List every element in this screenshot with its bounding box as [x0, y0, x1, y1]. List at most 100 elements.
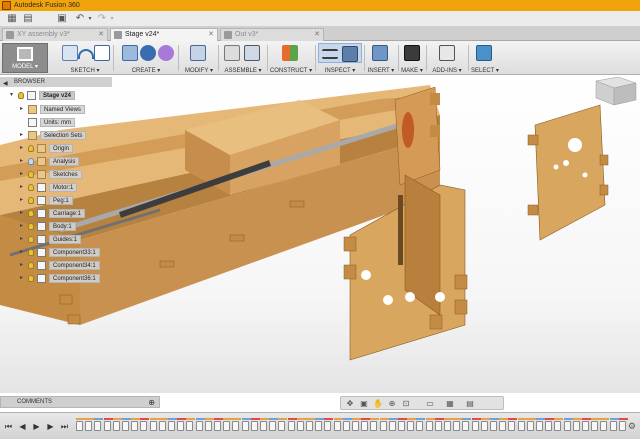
- timeline-feature[interactable]: [388, 421, 396, 431]
- timeline-feature[interactable]: [545, 421, 553, 431]
- timeline-feature[interactable]: [490, 421, 497, 431]
- timeline-feature[interactable]: [444, 421, 451, 431]
- timeline-feature[interactable]: [554, 421, 562, 431]
- timeline-feature[interactable]: [361, 421, 369, 431]
- timeline-settings-icon[interactable]: ⚙: [628, 421, 636, 432]
- orbit-icon[interactable]: ✥: [345, 399, 355, 408]
- select-group[interactable]: SELECT ▾: [470, 43, 500, 74]
- play-icon[interactable]: ▶: [32, 422, 41, 431]
- timeline-feature[interactable]: [241, 421, 249, 431]
- app-menu-icon[interactable]: ▦: [6, 13, 18, 25]
- visibility-bulb-icon[interactable]: [28, 262, 34, 269]
- browser-node-analysis[interactable]: ▸ Analysis: [20, 156, 110, 167]
- visibility-bulb-icon[interactable]: [28, 197, 34, 204]
- browser-node-component33[interactable]: ▸ Component33:1: [20, 247, 110, 258]
- timeline-feature[interactable]: [76, 421, 83, 431]
- expand-caret-icon[interactable]: ▸: [20, 208, 26, 219]
- timeline-feature[interactable]: [536, 421, 543, 431]
- display-settings-icon[interactable]: ▭: [425, 399, 435, 408]
- timeline-feature[interactable]: [609, 421, 617, 431]
- browser-node-sketches[interactable]: ▸ Sketches: [20, 169, 110, 180]
- sketch-menu[interactable]: SKETCH ▾: [58, 67, 112, 74]
- create-sketch-icon[interactable]: [62, 45, 78, 61]
- timeline-feature[interactable]: [333, 421, 341, 431]
- timeline-feature[interactable]: [287, 421, 295, 431]
- open-file-icon[interactable]: ▤: [22, 13, 34, 25]
- timeline-feature[interactable]: [517, 421, 525, 431]
- step-back-icon[interactable]: ◀: [18, 422, 27, 431]
- extrude-icon[interactable]: [122, 45, 138, 61]
- add-ins-group[interactable]: ADD-INS ▾: [430, 43, 464, 74]
- viewports-icon[interactable]: ▤: [465, 399, 475, 408]
- timeline-feature[interactable]: [168, 421, 175, 431]
- timeline-feature[interactable]: [618, 421, 626, 431]
- browser-node-named-views[interactable]: ▸ Named Views: [20, 104, 110, 115]
- timeline-feature[interactable]: [296, 421, 304, 431]
- expand-caret-icon[interactable]: ▸: [20, 130, 26, 141]
- rectangle-icon[interactable]: [94, 45, 110, 61]
- grid-settings-icon[interactable]: ▦: [445, 399, 455, 408]
- make-menu[interactable]: MAKE ▾: [400, 67, 424, 74]
- scripts-icon[interactable]: [439, 45, 455, 61]
- assemble-group[interactable]: ASSEMBLE ▾: [220, 43, 266, 74]
- press-pull-icon[interactable]: [190, 45, 206, 61]
- timeline-feature[interactable]: [85, 421, 93, 431]
- timeline-feature[interactable]: [223, 421, 231, 431]
- select-cursor-icon[interactable]: [476, 45, 492, 61]
- visibility-bulb-icon[interactable]: [28, 184, 34, 191]
- add-comment-icon[interactable]: ⊕: [148, 397, 155, 408]
- timeline-feature[interactable]: [306, 421, 313, 431]
- timeline-feature[interactable]: [214, 421, 221, 431]
- timeline-feature[interactable]: [462, 421, 470, 431]
- fit-icon[interactable]: ⊡: [401, 399, 411, 408]
- timeline-feature[interactable]: [591, 421, 599, 431]
- form-icon[interactable]: [158, 45, 174, 61]
- expand-caret-icon[interactable]: ▸: [20, 104, 26, 115]
- expand-caret-icon[interactable]: ▸: [20, 143, 26, 154]
- modify-menu[interactable]: MODIFY ▾: [181, 67, 217, 74]
- expand-caret-icon[interactable]: ▸: [20, 169, 26, 180]
- expand-caret-icon[interactable]: ▸: [20, 221, 26, 232]
- browser-root-node[interactable]: ▾ Stage v24: [10, 90, 110, 101]
- save-icon[interactable]: ▣: [56, 13, 68, 25]
- timeline-feature[interactable]: [342, 421, 350, 431]
- joint-icon[interactable]: [244, 45, 260, 61]
- close-icon[interactable]: ✕: [314, 29, 320, 41]
- look-at-icon[interactable]: ▣: [359, 399, 369, 408]
- browser-node-body[interactable]: ▸ Body:1: [20, 221, 110, 232]
- view-cube[interactable]: [595, 76, 637, 106]
- zoom-icon[interactable]: ⊕: [387, 399, 397, 408]
- go-to-end-icon[interactable]: ⏭: [60, 422, 69, 431]
- tab-out[interactable]: Out v3* ✕: [220, 28, 324, 41]
- browser-node-carriage[interactable]: ▸ Carriage:1: [20, 208, 110, 219]
- browser-node-component34[interactable]: ▸ Component34:1: [20, 260, 110, 271]
- visibility-bulb-icon[interactable]: [28, 171, 34, 178]
- redo-dropdown-icon[interactable]: ▾: [106, 13, 118, 25]
- timeline-feature[interactable]: [379, 421, 387, 431]
- tab-stage[interactable]: Stage v24* ✕: [110, 28, 218, 41]
- timeline-feature[interactable]: [572, 421, 580, 431]
- timeline-feature[interactable]: [94, 421, 102, 431]
- expand-caret-icon[interactable]: ▸: [20, 156, 26, 167]
- timeline-feature[interactable]: [250, 421, 258, 431]
- construct-menu[interactable]: CONSTRUCT ▾: [268, 67, 314, 74]
- offset-plane-icon[interactable]: [282, 45, 298, 61]
- pan-icon[interactable]: ✋: [373, 399, 383, 408]
- sphere-icon[interactable]: [140, 45, 156, 61]
- insert-image-icon[interactable]: [372, 45, 388, 61]
- timeline-feature[interactable]: [582, 421, 589, 431]
- timeline-feature[interactable]: [425, 421, 433, 431]
- timeline-feature[interactable]: [407, 421, 415, 431]
- timeline-feature[interactable]: [112, 421, 120, 431]
- assemble-menu[interactable]: ASSEMBLE ▾: [220, 67, 266, 74]
- expand-caret-icon[interactable]: ▸: [20, 195, 26, 206]
- timeline-feature[interactable]: [480, 421, 488, 431]
- visibility-bulb-icon[interactable]: [28, 236, 34, 243]
- timeline-feature[interactable]: [453, 421, 461, 431]
- create-group[interactable]: CREATE ▾: [116, 43, 176, 74]
- construct-group[interactable]: CONSTRUCT ▾: [268, 43, 314, 74]
- expand-caret-icon[interactable]: ▸: [20, 182, 26, 193]
- timeline-feature[interactable]: [526, 421, 534, 431]
- timeline-track[interactable]: [76, 418, 636, 434]
- timeline-feature[interactable]: [324, 421, 332, 431]
